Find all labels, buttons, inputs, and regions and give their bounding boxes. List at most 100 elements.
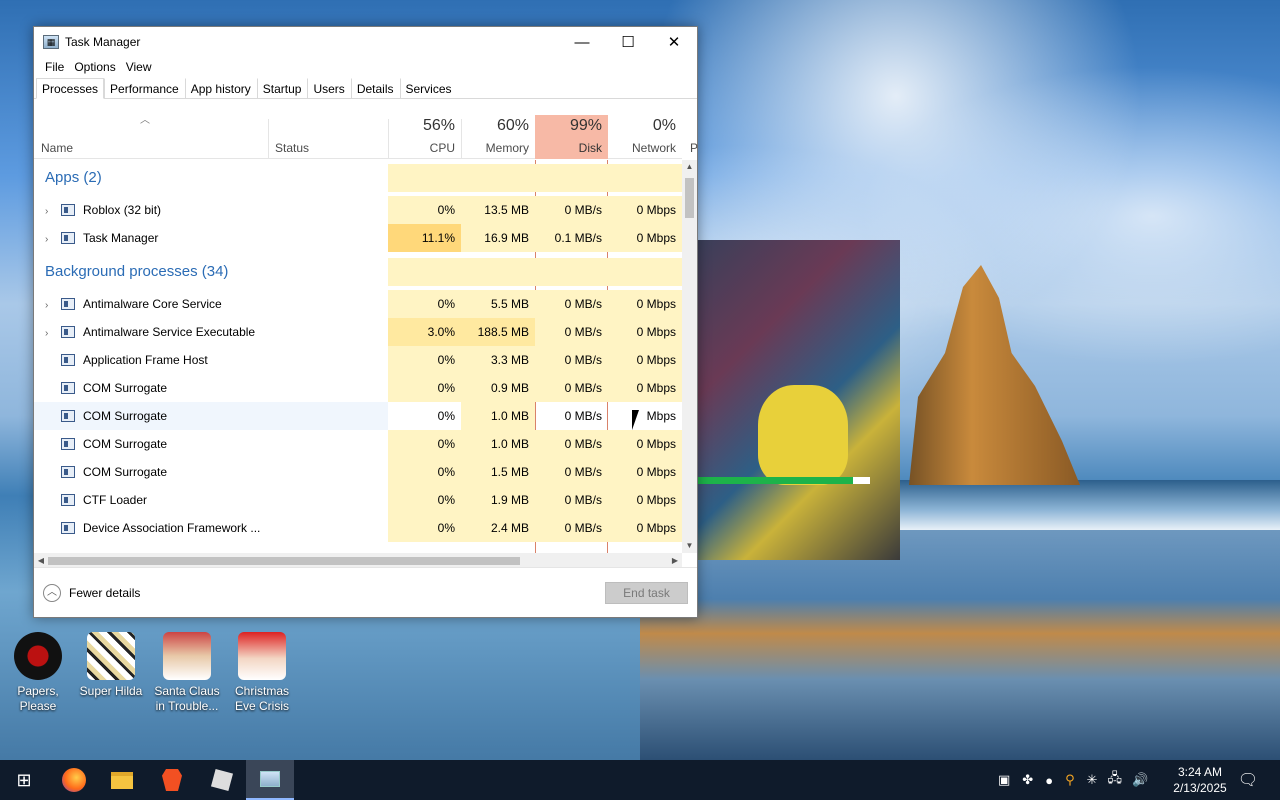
column-header-name[interactable]: Name [34,99,268,159]
disk-value: 0 MB/s [535,486,608,514]
network-value: 0 Mbps [608,196,682,224]
christmas-eve-crisis-icon [238,632,286,680]
desktop-icon-super-hilda[interactable]: Super Hilda [73,632,149,699]
task-manager-icon[interactable] [246,760,294,800]
action-center-icon[interactable]: 🗨 [1224,760,1272,800]
fewer-details-button[interactable]: ︿ Fewer details [43,584,140,602]
title-bar[interactable]: ▦ Task Manager — ☐ ✕ [34,27,697,57]
tray-app-icon[interactable]: ▣ [998,772,1010,788]
brave-icon[interactable] [148,760,196,800]
network-value: 0 Mbps [608,514,682,542]
process-name: COM Surrogate [83,409,168,423]
vertical-scroll-thumb[interactable] [685,178,694,218]
roblox-icon[interactable] [198,760,246,800]
group-header-label: Background processes (34) [45,263,229,280]
minimize-button[interactable]: — [559,27,605,57]
column-header-cpu[interactable]: 56% CPU [388,99,461,159]
disk-value: 0 MB/s [535,458,608,486]
cpu-value: 0% [388,290,461,318]
scroll-up-icon[interactable]: ▲ [682,160,697,174]
volume-icon[interactable]: 🔊 [1132,772,1148,788]
table-row[interactable]: › Antimalware Core Service 0% 5.5 MB 0 MB/s 0… [34,290,682,318]
disk-value: 0 MB/s [535,346,608,374]
network-value: 0 Mbps [608,346,682,374]
column-header-disk[interactable]: 99% Disk [535,115,608,159]
disk-value: 0 MB/s [564,409,602,423]
table-row[interactable]: Application Frame Host 0% 3.3 MB 0 MB/s 0 Mb… [34,346,682,374]
memory-value: 16.9 MB [461,224,535,252]
menu-options[interactable]: Options [69,57,120,77]
process-name: Antimalware Service Executable [83,325,256,339]
column-header-network[interactable]: 0% Network [608,99,682,159]
network-icon[interactable]: 🖧 [1108,769,1123,791]
group-header-apps[interactable]: Apps (2) [34,164,682,192]
file-explorer-icon[interactable] [98,760,146,800]
memory-value: 3.3 MB [461,346,535,374]
menu-file[interactable]: File [40,57,69,77]
windows-start-icon[interactable]: ⊞ [0,760,48,800]
column-header-row: ︿ Name Status 56% CPU 60% Memory 99% Dis… [34,99,698,159]
scroll-down-icon[interactable]: ▼ [682,539,697,553]
desktop-icon-christmas-eve-crisis[interactable]: Christmas Eve Crisis [224,632,300,714]
system-tray: ▣ ✤ ● ⚲ ✳ 🖧 🔊 [998,760,1148,800]
table-row[interactable]: COM Surrogate 0% 0.9 MB 0 MB/s 0 Mbps [34,374,682,402]
horizontal-scroll-thumb[interactable] [48,557,520,565]
mouse-cursor-icon [632,410,639,430]
table-row[interactable]: COM Surrogate 0% 1.5 MB 0 MB/s 0 Mbps [34,458,682,486]
chevron-right-icon[interactable]: › [45,320,61,348]
tab-details[interactable]: Details [350,78,400,98]
search-icon[interactable]: ⚲ [1065,772,1075,788]
process-icon [61,522,75,534]
group-header-background[interactable]: Background processes (34) [34,258,682,286]
tab-services[interactable]: Services [399,78,458,98]
wallpaper-reflection [640,530,1280,760]
disk-percent: 99% [569,117,602,134]
tab-processes[interactable]: Processes [36,78,105,99]
roblox-loading-window[interactable] [698,240,900,560]
tab-performance[interactable]: Performance [104,78,185,98]
chevron-right-icon[interactable]: › [45,292,61,320]
cpu-value: 0% [388,458,461,486]
column-header-power[interactable]: P [688,99,698,159]
tray-people-icon[interactable]: ✤ [1022,772,1033,788]
process-name: CTF Loader [83,493,148,507]
cpu-value: 0% [437,409,455,423]
memory-value: 0.9 MB [461,374,535,402]
column-header-status[interactable]: Status [268,99,388,159]
task-manager-window[interactable]: ▦ Task Manager — ☐ ✕ File Options View P… [33,26,698,618]
chevron-right-icon[interactable]: › [45,198,61,226]
desktop-icon-santa-claus[interactable]: Santa Claus in Trouble... [149,632,225,714]
memory-value: 1.9 MB [461,486,535,514]
cpu-value: 0% [388,374,461,402]
firefox-icon[interactable] [50,760,98,800]
super-hilda-icon [87,632,135,680]
table-row[interactable]: COM Surrogate 0% 1.0 MB 0 MB/s 0 Mbps [34,430,682,458]
maximize-button[interactable]: ☐ [605,27,651,57]
end-task-button[interactable]: End task [605,582,688,604]
tray-drop-icon[interactable]: ● [1045,773,1053,788]
chevron-right-icon[interactable]: › [45,226,61,254]
tab-startup[interactable]: Startup [256,78,308,98]
network-value: 0 Mbps [608,486,682,514]
vertical-scrollbar[interactable]: ▲ ▼ [682,160,697,553]
column-header-memory[interactable]: 60% Memory [461,99,535,159]
process-icon [61,298,75,310]
table-row[interactable]: › Antimalware Service Executable 3.0% 188.5… [34,318,682,346]
process-name: Roblox (32 bit) [83,203,162,217]
table-row[interactable]: CTF Loader 0% 1.9 MB 0 MB/s 0 Mbps [34,486,682,514]
disk-value: 0 MB/s [535,318,608,346]
table-row[interactable]: COM Surrogate 0% 1.0 MB 0 MB/s Mbps [34,402,682,430]
tray-star-icon[interactable]: ✳ [1087,772,1098,788]
disk-value: 0 MB/s [535,430,608,458]
table-row[interactable]: › Task Manager 11.1% 16.9 MB 0.1 MB/s 0 Mbps [34,224,682,252]
process-grid: ︿ Name Status 56% CPU 60% Memory 99% Dis… [34,99,698,569]
menu-view[interactable]: View [121,57,157,77]
process-name: Task Manager [83,231,159,245]
table-row[interactable]: › Roblox (32 bit) 0% 13.5 MB 0 MB/s 0 Mbps [34,196,682,224]
santa-claus-icon [163,632,211,680]
tab-users[interactable]: Users [307,78,350,98]
table-row[interactable]: Device Association Framework ... 0% 2.4 MB… [34,514,682,542]
desktop-icon-papers-please[interactable]: Papers, Please [0,632,76,714]
close-button[interactable]: ✕ [651,27,697,57]
tab-app-history[interactable]: App history [184,78,257,98]
